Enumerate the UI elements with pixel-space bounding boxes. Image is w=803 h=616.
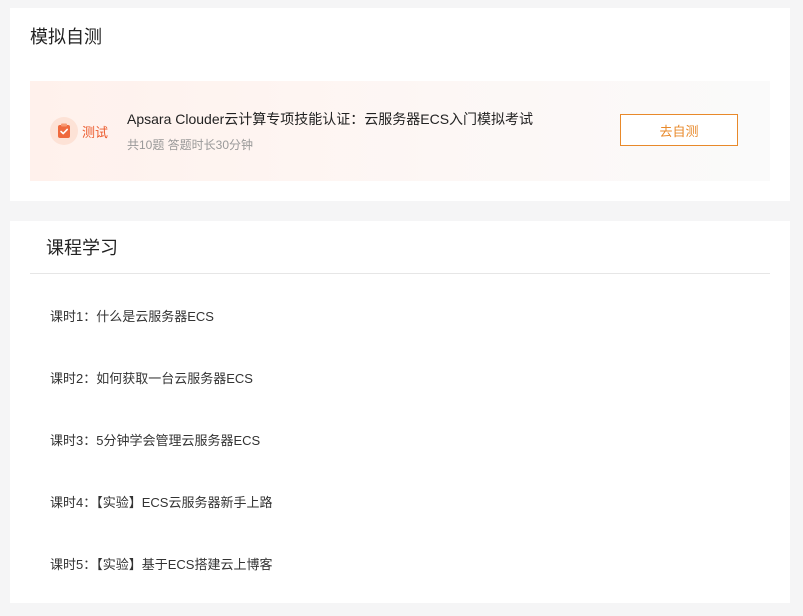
lesson-item[interactable]: 课时5：【实验】基于ECS搭建云上博客 bbox=[10, 532, 790, 594]
lesson-list: 课时1：什么是云服务器ECS 课时2：如何获取一台云服务器ECS 课时3：5分钟… bbox=[10, 274, 790, 594]
exam-card: 测试 Apsara Clouder云计算专项技能认证：云服务器ECS入门模拟考试… bbox=[30, 81, 770, 181]
lesson-item[interactable]: 课时4：【实验】ECS云服务器新手上路 bbox=[10, 470, 790, 532]
course-panel: 课程学习 课时1：什么是云服务器ECS 课时2：如何获取一台云服务器ECS 课时… bbox=[10, 221, 790, 603]
course-title: 课程学习 bbox=[46, 238, 118, 258]
lesson-item[interactable]: 课时2：如何获取一台云服务器ECS bbox=[10, 346, 790, 408]
clipboard-check-icon bbox=[50, 117, 78, 145]
mock-test-panel: 模拟自测 测试 Apsara Clouder云计算专项技能认证：云服务器ECS入… bbox=[10, 8, 790, 201]
mock-test-title: 模拟自测 bbox=[30, 27, 102, 47]
exam-badge: 测试 bbox=[50, 117, 108, 145]
course-header: 课程学习 bbox=[30, 221, 770, 274]
exam-meta: 共10题 答题时长30分钟 bbox=[127, 138, 254, 152]
exam-title: Apsara Clouder云计算专项技能认证：云服务器ECS入门模拟考试 bbox=[127, 111, 534, 127]
lesson-item[interactable]: 课时1：什么是云服务器ECS bbox=[10, 284, 790, 346]
start-self-test-button[interactable]: 去自测 bbox=[620, 114, 738, 146]
exam-badge-label: 测试 bbox=[82, 124, 109, 140]
lesson-item[interactable]: 课时3：5分钟学会管理云服务器ECS bbox=[10, 408, 790, 470]
